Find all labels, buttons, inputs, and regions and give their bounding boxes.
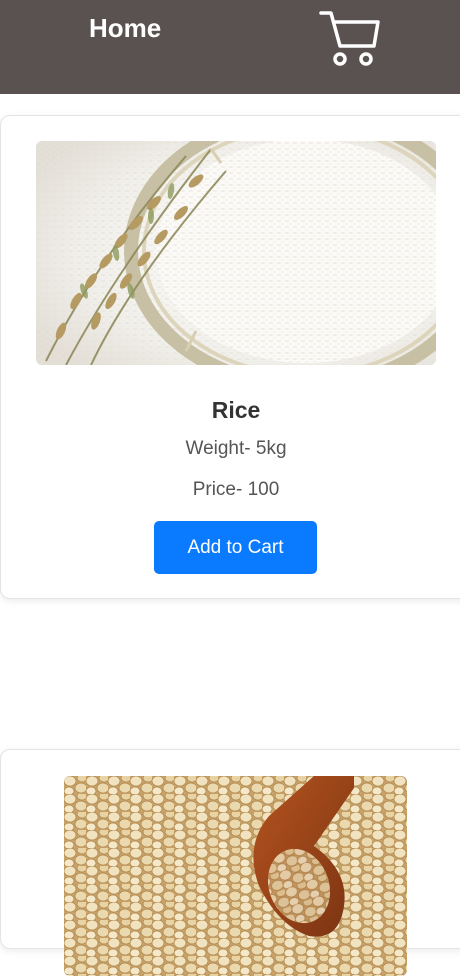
- add-to-cart-button[interactable]: Add to Cart: [154, 521, 317, 574]
- cart-button[interactable]: [318, 8, 382, 70]
- product-card: Rice Weight- 5kg Price- 100 Add to Cart: [0, 115, 460, 599]
- top-nav-bar: Home: [0, 0, 460, 94]
- shopping-cart-icon: [319, 11, 380, 66]
- home-link[interactable]: Home: [89, 12, 161, 44]
- dal-product-image: [64, 776, 407, 976]
- product-price: Price- 100: [192, 479, 280, 500]
- product-weight: Weight- 5kg: [185, 438, 287, 459]
- rice-product-image: [36, 141, 436, 365]
- product-name: Rice: [211, 397, 261, 423]
- product-card: [0, 749, 460, 976]
